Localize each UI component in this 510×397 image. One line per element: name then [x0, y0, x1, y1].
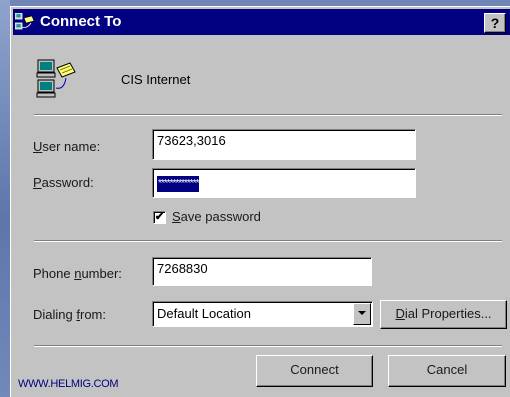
dial-properties-button[interactable]: Dial Properties... — [380, 300, 507, 329]
cancel-button[interactable]: Cancel — [388, 355, 506, 387]
window-title: Connect To — [40, 13, 122, 30]
connect-button[interactable]: Connect — [256, 355, 373, 387]
desktop-background — [0, 0, 10, 397]
title-bar[interactable]: Connect To ? — [13, 9, 510, 35]
connection-icon — [36, 59, 76, 98]
password-mask: ************** — [157, 176, 199, 192]
dialing-from-label: Dialing from: — [33, 307, 106, 322]
chevron-down-icon[interactable] — [353, 303, 371, 325]
dialing-from-select[interactable]: Default Location — [152, 301, 373, 327]
connection-name: CIS Internet — [121, 72, 191, 87]
username-label: User name: — [33, 139, 101, 154]
separator — [34, 240, 502, 242]
password-field[interactable]: ************** — [152, 168, 416, 198]
phone-number-field[interactable]: 7268830 — [152, 257, 372, 286]
username-field[interactable]: 73623,3016 — [152, 129, 416, 160]
separator — [34, 345, 502, 347]
help-button[interactable]: ? — [484, 13, 506, 33]
save-password-checkbox[interactable]: ✔ — [153, 211, 166, 224]
phone-number-label: Phone number: — [33, 266, 122, 281]
dial-up-networking-icon — [15, 13, 35, 30]
save-password-label[interactable]: Save password — [172, 209, 261, 224]
watermark-text: WWW.HELMIG.COM — [18, 378, 119, 390]
dialing-from-value: Default Location — [157, 306, 251, 321]
separator — [34, 114, 502, 116]
password-label: Password: — [33, 175, 94, 190]
connect-to-dialog: Connect To ? CIS Internet User name: 736… — [10, 6, 510, 397]
